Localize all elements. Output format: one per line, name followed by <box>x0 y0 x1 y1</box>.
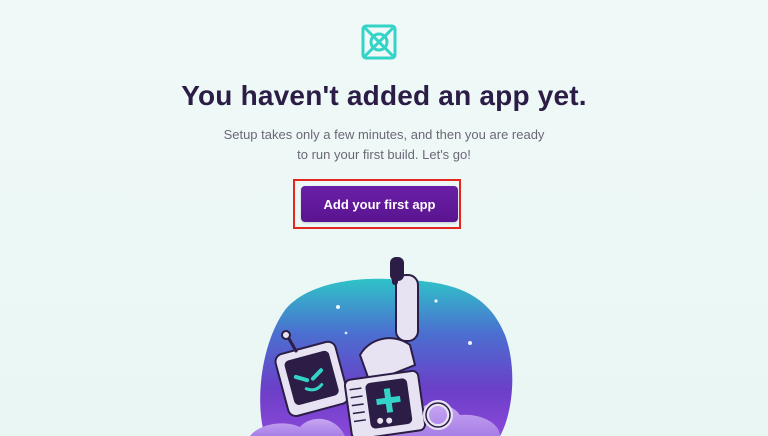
page-title: You haven't added an app yet. <box>181 80 587 111</box>
robot-illustration <box>250 257 513 436</box>
subtitle-line-2: to run your first build. Let's go! <box>297 147 471 162</box>
add-first-app-button[interactable]: Add your first app <box>301 186 458 222</box>
subtitle-line-1: Setup takes only a few minutes, and then… <box>223 127 545 142</box>
app-logo-icon <box>361 24 397 60</box>
